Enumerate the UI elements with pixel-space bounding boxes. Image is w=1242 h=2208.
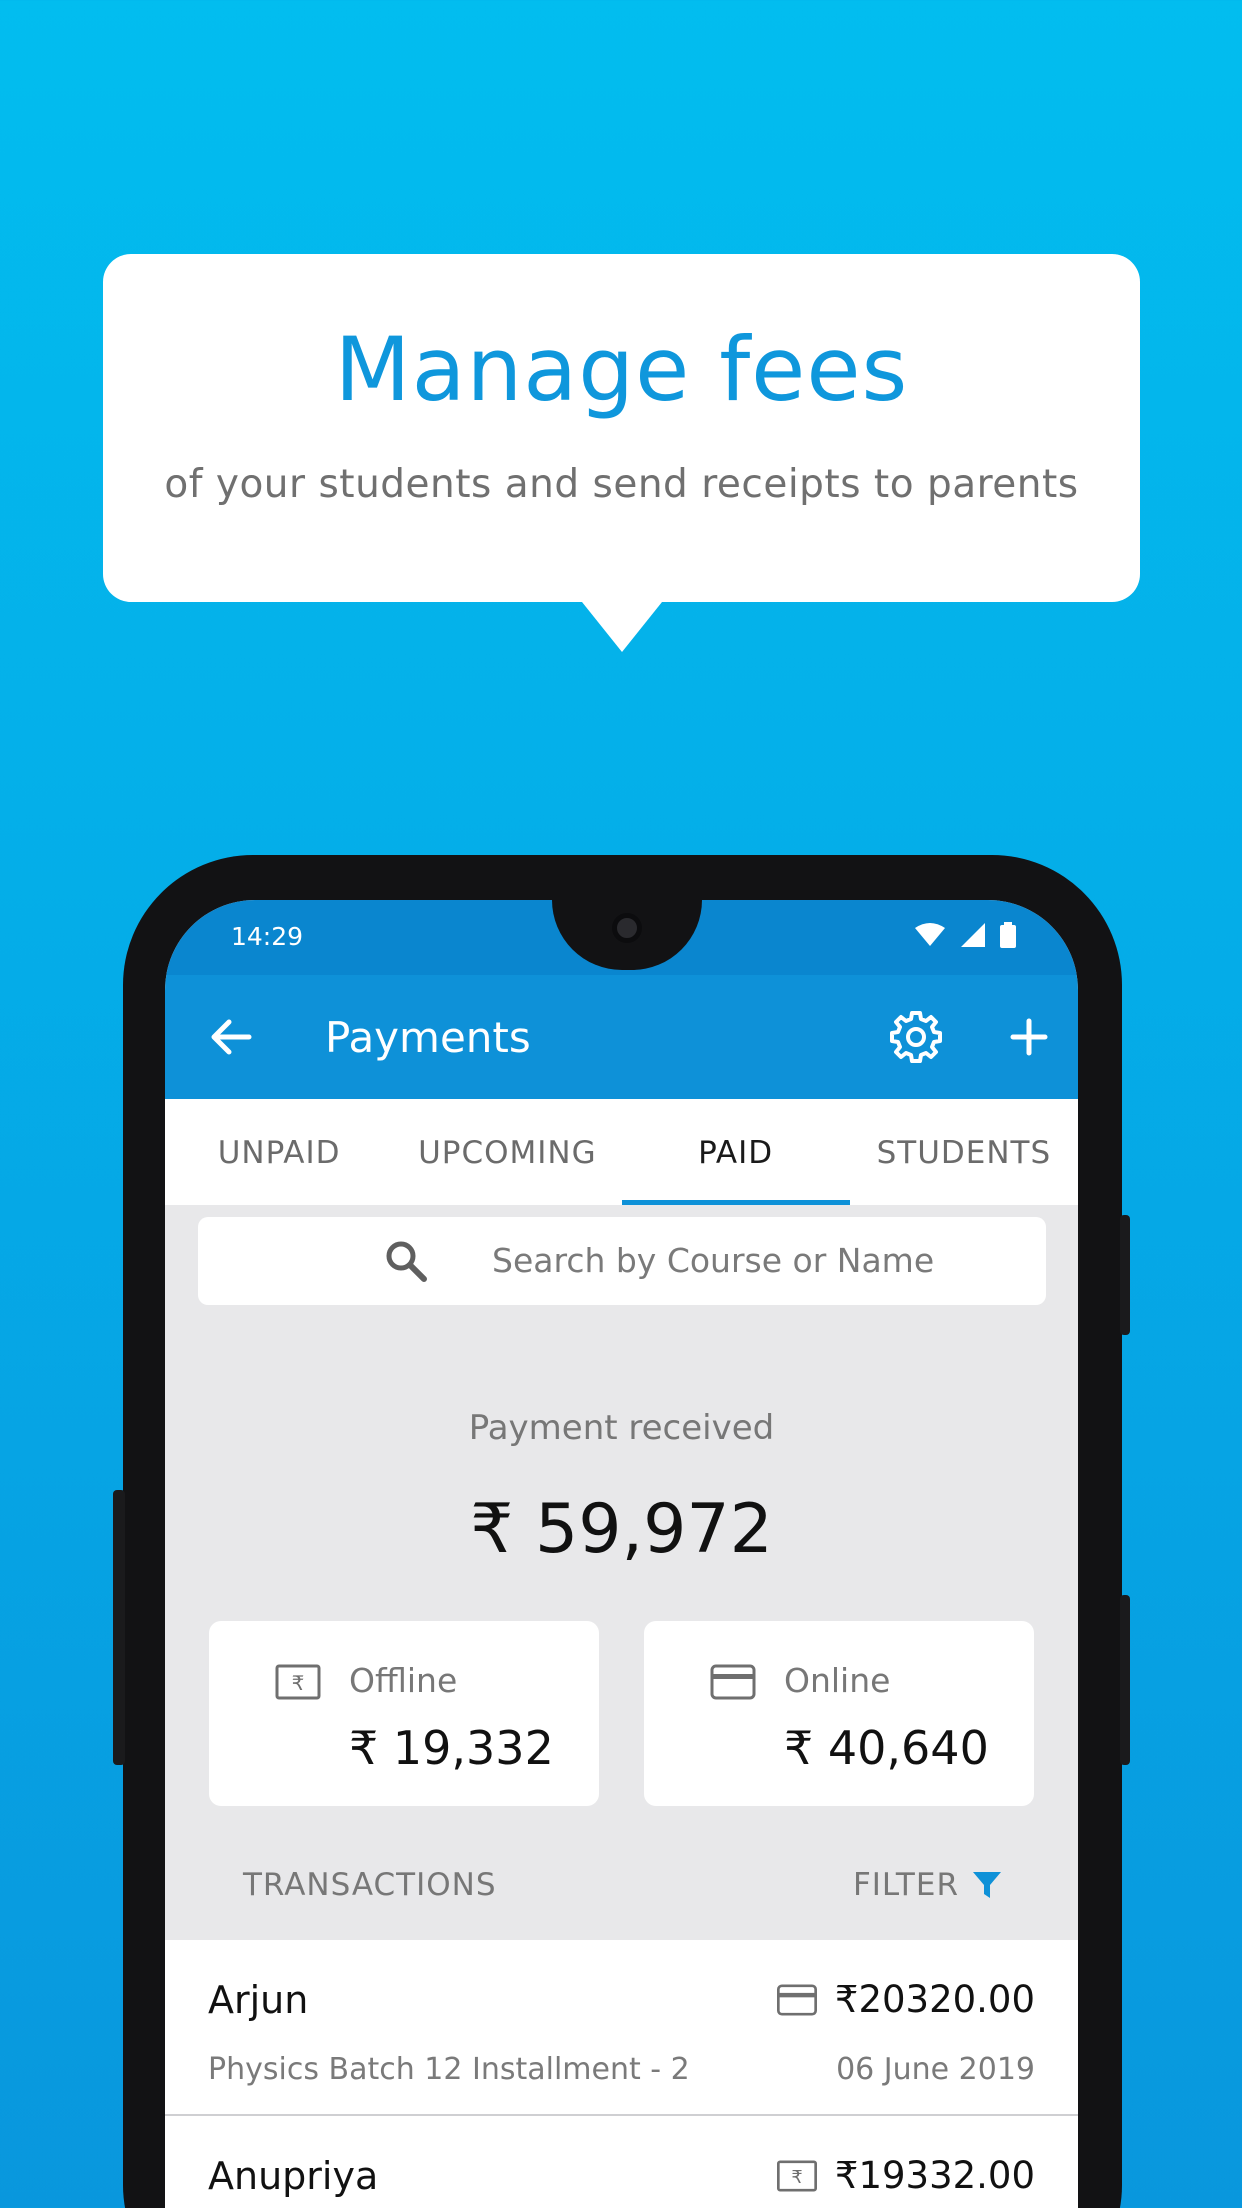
- status-time: 14:29: [231, 922, 304, 951]
- svg-text:₹: ₹: [292, 1671, 305, 1695]
- add-icon[interactable]: [1005, 1013, 1053, 1061]
- back-arrow-icon[interactable]: [205, 1011, 257, 1063]
- tab-upcoming[interactable]: UPCOMING: [393, 1099, 621, 1205]
- credit-card-icon: [710, 1664, 756, 1700]
- filter-icon: [973, 1872, 1001, 1898]
- filter-button[interactable]: FILTER: [853, 1867, 1003, 1903]
- app-bar: Payments: [165, 975, 1078, 1099]
- promo-bubble-tail: [582, 602, 662, 652]
- status-icons: [914, 922, 1016, 948]
- credit-card-icon: [776, 1983, 817, 2016]
- promo-title: Manage fees: [334, 318, 909, 421]
- transaction-description: Physics Batch 12 Installment - 2: [208, 2052, 690, 2087]
- transaction-name: Anupriya: [208, 2154, 379, 2198]
- transaction-row[interactable]: Anupriya ₹ ₹19332.00: [165, 2116, 1078, 2208]
- search-icon: [386, 1241, 427, 1282]
- transaction-amount: ₹20320.00: [775, 1978, 1035, 2021]
- transaction-amount: ₹ ₹19332.00: [775, 2154, 1035, 2197]
- transactions-heading: TRANSACTIONS: [243, 1867, 497, 1903]
- phone-side-button: [1120, 1215, 1130, 1335]
- transaction-amount-value: ₹19332.00: [834, 2154, 1035, 2197]
- promo-bubble: Manage fees of your students and send re…: [103, 254, 1140, 602]
- payment-received-amount: ₹ 59,972: [470, 1490, 773, 1569]
- phone-volume-button: [113, 1490, 125, 1765]
- filter-label: FILTER: [852, 1867, 959, 1903]
- front-camera: [612, 913, 642, 943]
- tab-students[interactable]: STUDENTS: [850, 1099, 1078, 1205]
- transaction-amount-value: ₹20320.00: [834, 1978, 1035, 2021]
- transaction-row[interactable]: Arjun ₹20320.00 Physics Batch 12 Install…: [165, 1940, 1078, 2116]
- gear-icon[interactable]: [888, 1009, 944, 1065]
- tab-bar: UNPAID UPCOMING PAID STUDENTS: [165, 1099, 1078, 1205]
- tab-unpaid[interactable]: UNPAID: [165, 1099, 393, 1205]
- online-card[interactable]: Online ₹ 40,640: [644, 1621, 1034, 1806]
- svg-text:₹: ₹: [791, 2168, 802, 2188]
- page-title: Payments: [325, 1013, 531, 1062]
- search-placeholder: Search by Course or Name: [492, 1241, 935, 1280]
- tab-paid[interactable]: PAID: [621, 1099, 851, 1205]
- wifi-icon: [915, 923, 945, 946]
- rupee-note-icon: ₹: [275, 1664, 321, 1700]
- search-input[interactable]: Search by Course or Name: [198, 1217, 1046, 1305]
- offline-label: Offline: [349, 1661, 458, 1700]
- rupee-note-icon: ₹: [776, 2159, 817, 2192]
- transaction-date: 06 June 2019: [836, 2052, 1035, 2087]
- phone-screen: 14:29 Payments UNPAID UPCOMING PAID STUD…: [165, 900, 1078, 2208]
- transactions-list: Arjun ₹20320.00 Physics Batch 12 Install…: [165, 1940, 1078, 2208]
- offline-amount: ₹ 19,332: [349, 1721, 554, 1775]
- signal-icon: [961, 923, 985, 947]
- online-amount: ₹ 40,640: [784, 1721, 989, 1775]
- transaction-name: Arjun: [208, 1978, 309, 2022]
- phone-power-button: [1120, 1595, 1130, 1765]
- promo-subtitle: of your students and send receipts to pa…: [164, 462, 1079, 507]
- offline-card[interactable]: ₹ Offline ₹ 19,332: [209, 1621, 599, 1806]
- online-label: Online: [784, 1661, 891, 1700]
- battery-icon: [1000, 922, 1016, 948]
- status-bar: 14:29: [165, 900, 1078, 975]
- payment-received-label: Payment received: [468, 1408, 775, 1448]
